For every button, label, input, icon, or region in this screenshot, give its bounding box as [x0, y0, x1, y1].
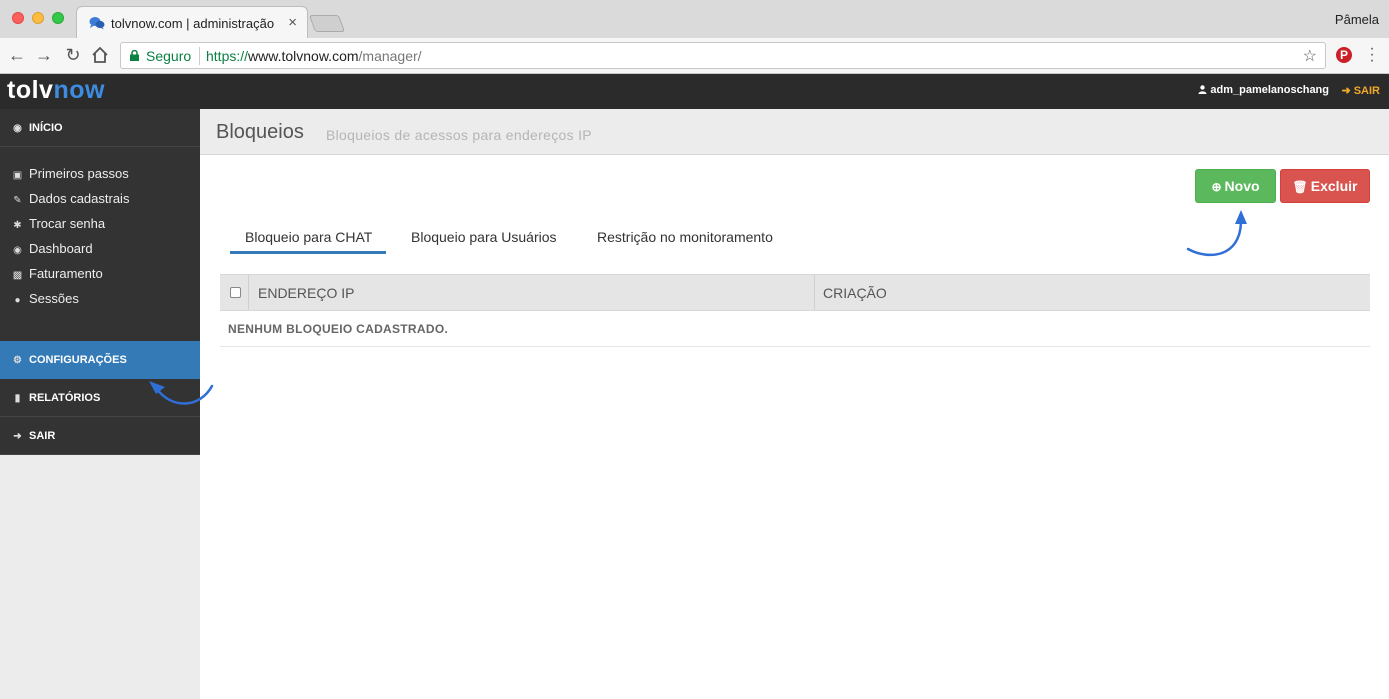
- sidebar-item-label: RELATÓRIOS: [29, 392, 101, 404]
- sidebar-item-trocar-senha[interactable]: ✱ Trocar senha: [0, 212, 200, 237]
- browser-tab[interactable]: tolvnow.com | administração ×: [76, 6, 308, 38]
- header-logout-link[interactable]: ➜ SAIR: [1341, 84, 1380, 97]
- bar-chart-icon: ▮: [14, 393, 21, 404]
- select-all-cell: [220, 275, 249, 310]
- sign-out-icon: ➜: [1341, 85, 1354, 97]
- page-title: Bloqueios: [216, 121, 304, 143]
- header-logout-label: SAIR: [1353, 85, 1380, 97]
- table-header: ENDEREÇO IP CRIAÇÃO: [220, 274, 1370, 311]
- page-header: Bloqueios Bloqueios de acessos para ende…: [200, 109, 1389, 155]
- close-tab-icon[interactable]: ×: [288, 14, 297, 31]
- sidebar-item-dashboard[interactable]: ◉ Dashboard: [0, 237, 200, 262]
- dashboard-icon: ◉: [13, 245, 22, 256]
- sidebar-spacer: [0, 328, 200, 341]
- reload-icon[interactable]: ↻: [62, 44, 84, 66]
- url-scheme: https://: [206, 48, 249, 64]
- sidebar-submenu: ▣ Primeiros passos ✎ Dados cadastrais ✱ Tro…: [0, 147, 200, 328]
- tab-restricao-monitoramento[interactable]: Restrição no monitoramento: [597, 229, 773, 254]
- browser-toolbar: ← → ↻ Seguro https://www.tolvnow.com/man…: [0, 38, 1389, 74]
- back-arrow-icon[interactable]: ←: [6, 44, 28, 66]
- user-menu[interactable]: adm_pamelanoschang: [1198, 84, 1329, 96]
- browser-menu-icon[interactable]: · · ·: [1364, 41, 1380, 69]
- delete-button[interactable]: 🗑 Excluir: [1280, 169, 1370, 203]
- username: adm_pamelanoschang: [1210, 84, 1329, 96]
- sidebar-item-inicio[interactable]: ◉ INÍCIO: [0, 109, 200, 147]
- browser-profile-name[interactable]: Pâmela: [1335, 12, 1379, 27]
- url-host: www.tolvnow.com: [248, 48, 359, 64]
- new-button[interactable]: ⊕ Novo: [1195, 169, 1276, 203]
- sidebar-item-label: INÍCIO: [29, 122, 63, 134]
- sidebar-item-label: Dados cadastrais: [29, 191, 130, 206]
- sidebar-item-label: CONFIGURAÇÕES: [29, 354, 127, 366]
- logo-text-now: now: [53, 76, 105, 104]
- sign-out-icon: ➜: [13, 431, 22, 442]
- dashboard-icon: ◉: [13, 123, 22, 134]
- table-row: NENHUM BLOQUEIO CADASTRADO.: [220, 311, 1370, 347]
- sidebar-item-label: Primeiros passos: [29, 166, 129, 181]
- column-header-ip[interactable]: ENDEREÇO IP: [258, 285, 354, 301]
- url-text[interactable]: https://www.tolvnow.com/manager/: [206, 48, 422, 64]
- column-header-creation[interactable]: CRIAÇÃO: [823, 285, 887, 301]
- sidebar-item-sair[interactable]: ➜ SAIR: [0, 417, 200, 455]
- delete-button-label: Excluir: [1310, 178, 1358, 194]
- address-divider: [199, 47, 200, 65]
- secure-label: Seguro: [146, 48, 192, 64]
- sidebar-item-label: Faturamento: [29, 266, 103, 281]
- address-bar[interactable]: Seguro https://www.tolvnow.com/manager/ …: [120, 42, 1326, 69]
- browser-tab-title: tolvnow.com | administração: [111, 16, 275, 31]
- logo-text-tolv: tolv: [7, 76, 54, 104]
- maximize-window-button[interactable]: [52, 12, 64, 24]
- blocks-table: ENDEREÇO IP CRIAÇÃO NENHUM BLOQUEIO CADA…: [220, 274, 1370, 347]
- url-path: /manager/: [358, 48, 422, 64]
- camera-icon: ▣: [12, 170, 23, 181]
- asterisk-icon: ✱: [13, 220, 22, 231]
- user-icon: [1198, 85, 1207, 94]
- forward-arrow-icon[interactable]: →: [33, 44, 55, 66]
- select-all-checkbox[interactable]: [230, 287, 241, 298]
- new-button-label: Novo: [1224, 178, 1260, 194]
- sidebar-item-label: SAIR: [29, 430, 56, 442]
- browser-tab-bar: tolvnow.com | administração × Pâmela: [0, 0, 1389, 38]
- sidebar-item-faturamento[interactable]: ▩ Faturamento: [0, 262, 200, 287]
- new-tab-button[interactable]: [308, 15, 346, 32]
- sidebar-item-configuracoes[interactable]: ⚙ CONFIGURAÇÕES: [0, 341, 200, 379]
- minimize-window-button[interactable]: [32, 12, 44, 24]
- sidebar-item-relatorios[interactable]: ▮ RELATÓRIOS: [0, 379, 200, 417]
- bookmark-star-icon[interactable]: ☆: [1303, 46, 1317, 66]
- tab-bloqueio-usuarios[interactable]: Bloqueio para Usuários: [411, 229, 557, 254]
- close-window-button[interactable]: [12, 12, 24, 24]
- sidebar-item-label: Trocar senha: [29, 216, 106, 231]
- app-header: tolvnow adm_pamelanoschang ➜ SAIR: [0, 74, 1389, 109]
- user-icon: ●: [14, 295, 21, 306]
- column-divider: [814, 275, 815, 310]
- trash-icon: 🗑: [1292, 180, 1308, 194]
- plus-circle-icon: ⊕: [1211, 180, 1222, 194]
- edit-icon: ✎: [13, 195, 22, 206]
- logo[interactable]: tolvnow: [7, 76, 105, 105]
- sidebar: ◉ INÍCIO ▣ Primeiros passos ✎ Dados cadastr…: [0, 109, 200, 699]
- page-subtitle: Bloqueios de acessos para endereços IP: [326, 127, 592, 143]
- main-content: Bloqueios Bloqueios de acessos para ende…: [200, 109, 1389, 699]
- chat-bubbles-icon: [89, 17, 105, 30]
- sidebar-item-primeiros-passos[interactable]: ▣ Primeiros passos: [0, 162, 200, 187]
- empty-message: NENHUM BLOQUEIO CADASTRADO.: [228, 322, 449, 336]
- home-icon[interactable]: [91, 46, 109, 64]
- sidebar-item-sessoes[interactable]: ● Sessões: [0, 287, 200, 312]
- pinterest-extension-icon[interactable]: P: [1336, 47, 1352, 63]
- lock-icon: [130, 50, 139, 61]
- sidebar-item-label: Dashboard: [29, 241, 93, 256]
- tab-bloqueio-chat[interactable]: Bloqueio para CHAT: [230, 229, 387, 254]
- sidebar-item-dados-cadastrais[interactable]: ✎ Dados cadastrais: [0, 187, 200, 212]
- cogs-icon: ⚙: [13, 355, 22, 366]
- money-icon: ▩: [12, 270, 23, 281]
- sidebar-item-label: Sessões: [29, 291, 79, 306]
